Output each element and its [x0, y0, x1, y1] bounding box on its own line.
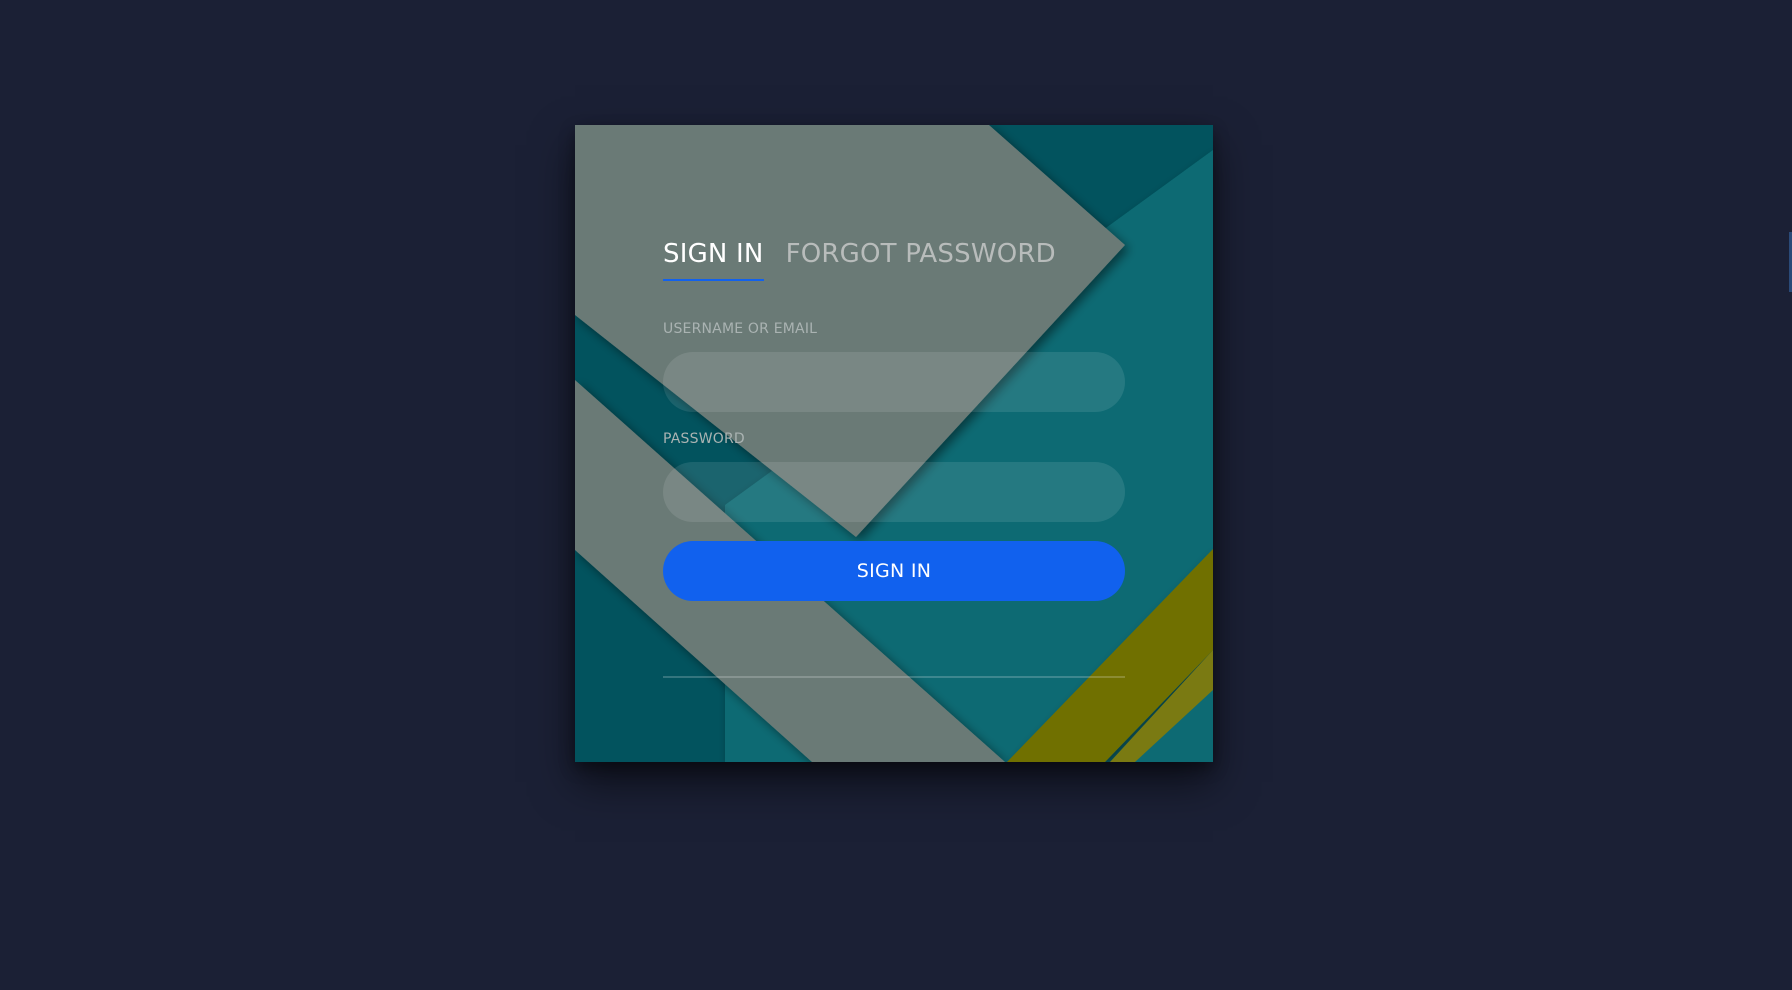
tab-bar: SIGN IN FORGOT PASSWORD — [663, 239, 1078, 285]
password-input[interactable] — [663, 462, 1125, 522]
divider — [663, 676, 1125, 678]
username-label: USERNAME OR EMAIL — [663, 321, 818, 337]
password-label: PASSWORD — [663, 431, 745, 447]
tab-sign-in[interactable]: SIGN IN — [663, 239, 764, 281]
username-input[interactable] — [663, 352, 1125, 412]
tab-forgot-password[interactable]: FORGOT PASSWORD — [786, 239, 1056, 281]
sign-in-button[interactable]: SIGN IN — [663, 541, 1125, 601]
login-card: SIGN IN FORGOT PASSWORD USERNAME OR EMAIL… — [575, 125, 1213, 762]
login-form: SIGN IN FORGOT PASSWORD USERNAME OR EMAIL… — [663, 125, 1125, 762]
